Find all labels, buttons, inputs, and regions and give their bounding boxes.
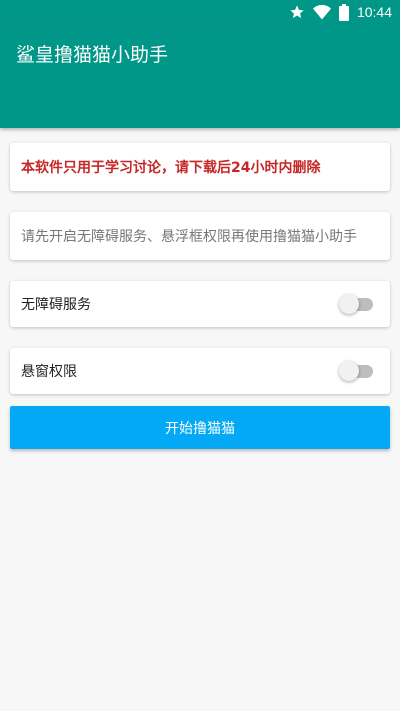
instruction-text: 请先开启无障碍服务、悬浮框权限再使用撸猫猫小助手 (21, 229, 357, 245)
overlay-permission-toggle[interactable] (339, 361, 375, 381)
app-bar: 鲨皇撸猫猫小助手 (0, 24, 400, 128)
disclaimer-text: 本软件只用于学习讨论，请下载后24小时内删除 (21, 160, 321, 176)
app-title: 鲨皇撸猫猫小助手 (16, 44, 169, 66)
overlay-permission-label: 悬窗权限 (21, 364, 77, 380)
toggle-thumb (339, 294, 359, 314)
overlay-permission-row[interactable]: 悬窗权限 (10, 348, 390, 394)
wifi-icon (312, 4, 331, 20)
start-button[interactable]: 开始撸猫猫 (10, 406, 390, 449)
toggle-thumb (339, 361, 359, 381)
status-bar: 10:44 (0, 0, 400, 24)
instruction-card: 请先开启无障碍服务、悬浮框权限再使用撸猫猫小助手 (10, 212, 390, 260)
accessibility-service-toggle[interactable] (339, 294, 375, 314)
accessibility-service-label: 无障碍服务 (21, 297, 91, 313)
disclaimer-card: 本软件只用于学习讨论，请下载后24小时内删除 (10, 143, 390, 191)
status-time: 10:44 (356, 4, 392, 20)
accessibility-service-row[interactable]: 无障碍服务 (10, 281, 390, 327)
battery-icon (338, 3, 349, 21)
star-icon (290, 5, 304, 19)
